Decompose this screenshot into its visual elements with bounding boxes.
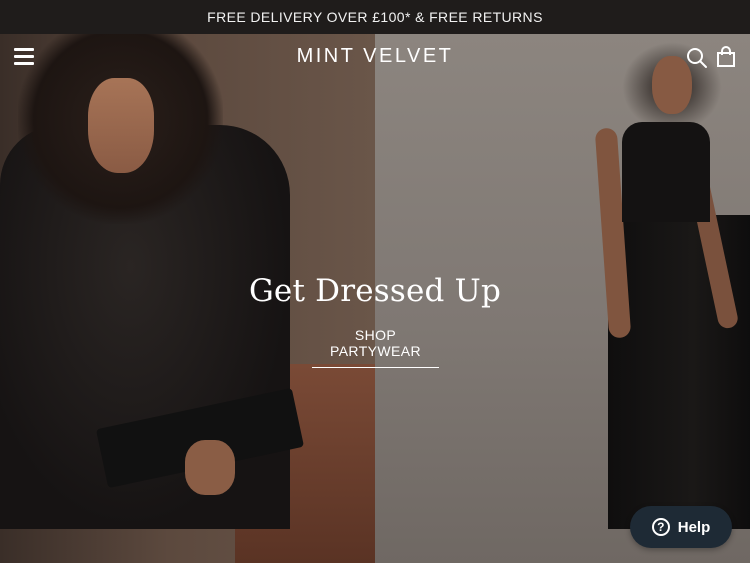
promo-text: FREE DELIVERY OVER £100* & FREE RETURNS	[207, 9, 543, 25]
site-logo[interactable]: MINT VELVET	[0, 45, 750, 68]
search-icon[interactable]	[686, 47, 708, 69]
model-right-top	[622, 122, 710, 222]
help-button[interactable]: ? Help	[630, 506, 732, 548]
shopping-bag-icon[interactable]	[715, 46, 737, 68]
help-label: Help	[677, 518, 711, 536]
model-left-hand	[185, 440, 235, 495]
model-right-jumpsuit	[608, 215, 750, 529]
help-question-icon: ?	[651, 518, 670, 536]
model-left-face	[88, 78, 154, 173]
promo-banner[interactable]: FREE DELIVERY OVER £100* & FREE RETURNS	[0, 0, 750, 34]
hero-title: Get Dressed Up	[248, 273, 502, 309]
shop-partywear-link[interactable]: SHOP PARTYWEAR	[312, 327, 439, 368]
